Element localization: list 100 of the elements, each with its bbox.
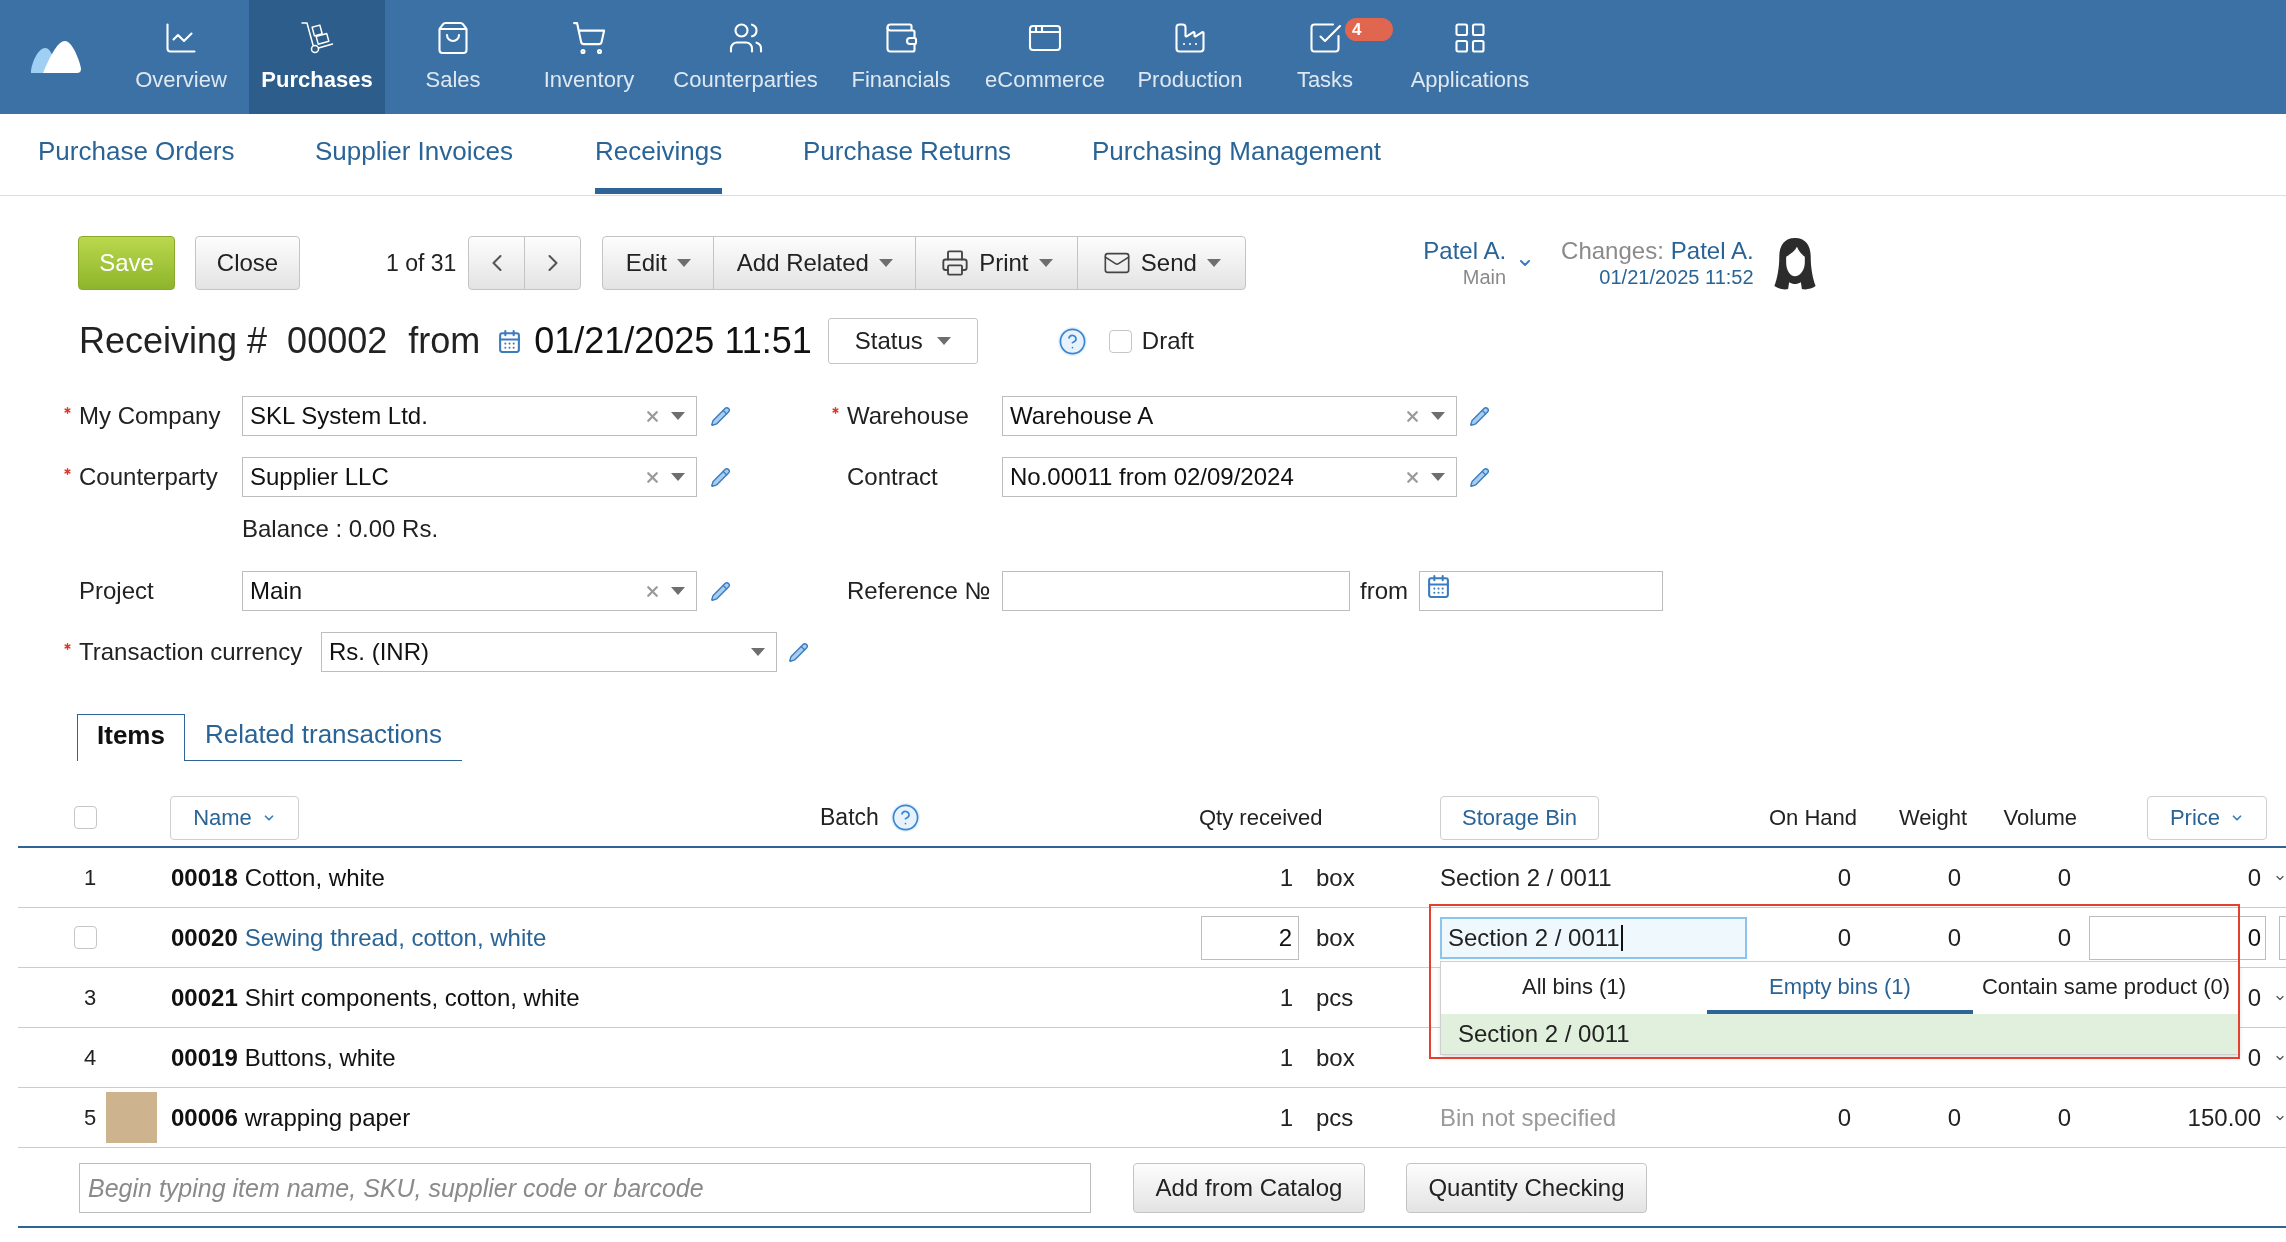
pencil-icon[interactable]: [1469, 466, 1490, 488]
quantity: 1: [1279, 982, 1293, 1013]
printer-icon: [941, 249, 970, 277]
caret-icon: [671, 473, 685, 481]
change-time[interactable]: 01/21/2025 11:52: [1599, 265, 1754, 289]
row-number: 4: [84, 1044, 97, 1072]
menu-button[interactable]: Edit: [602, 236, 715, 290]
nav-tab[interactable]: Sales: [385, 0, 521, 114]
price-field[interactable]: 0: [2089, 915, 2266, 960]
quantity: 1: [1279, 862, 1293, 893]
bin-filter-tab[interactable]: All bins (1): [1441, 962, 1707, 1014]
price-value: 0: [2247, 862, 2261, 893]
from-label: from: [408, 319, 481, 363]
unit: box: [1316, 863, 1355, 891]
select-field[interactable]: No.00011 from 02/09/2024: [1002, 457, 1457, 497]
pencil-icon[interactable]: [710, 580, 731, 602]
storage-bin-field[interactable]: Section 2 / 0011: [1440, 916, 1747, 959]
row-number: 5: [84, 1104, 97, 1132]
column-header: On Hand: [1768, 804, 1857, 832]
help-icon: [890, 803, 920, 832]
select-field[interactable]: [2279, 915, 2286, 960]
select-field[interactable]: Main: [242, 571, 697, 611]
column-header: Weight: [1898, 804, 1967, 832]
item-name: wrapping paper: [244, 1102, 411, 1133]
wallet-icon: [883, 20, 919, 56]
changes-label: Changes:: [1561, 237, 1664, 265]
pencil-icon[interactable]: [710, 405, 731, 427]
sort-button[interactable]: Price: [2147, 795, 2267, 840]
price-value: 0: [2247, 1042, 2261, 1073]
caret-icon: [751, 648, 765, 656]
pencil-icon[interactable]: [788, 641, 809, 663]
nav-tab[interactable]: Counterparties: [657, 0, 834, 114]
menu-button[interactable]: Add Related: [713, 236, 917, 290]
caret-icon: [1206, 259, 1221, 267]
unit: pcs: [1316, 983, 1354, 1011]
nav-tab[interactable]: Financials: [834, 0, 968, 114]
select-field[interactable]: Rs. (INR): [321, 632, 777, 672]
tab[interactable]: Items: [77, 714, 185, 761]
hand-truck-icon: [299, 20, 335, 56]
grid-icon: [1452, 20, 1488, 56]
column-header: Qty received: [1199, 804, 1323, 832]
sub-nav-tab[interactable]: Supplier Invoices: [315, 114, 513, 194]
unit: box: [1316, 923, 1355, 951]
nav-tab[interactable]: Inventory: [521, 0, 657, 114]
select-field[interactable]: Warehouse A: [1002, 396, 1457, 436]
sub-nav-tab[interactable]: Receivings: [595, 114, 723, 194]
quantity-field[interactable]: 2: [1201, 915, 1299, 960]
select-field[interactable]: SKL System Ltd.: [242, 396, 697, 436]
volume-value: 0: [2057, 862, 2071, 893]
nav-tab[interactable]: Tasks 4: [1258, 0, 1392, 114]
sort-button[interactable]: Name: [170, 795, 299, 840]
nav-tab[interactable]: Production: [1122, 0, 1258, 114]
pencil-icon[interactable]: [710, 466, 731, 488]
document-number: 00002: [287, 319, 388, 363]
quantity: 1: [1279, 1042, 1293, 1073]
item-search-field[interactable]: Begin typing item name, SKU, supplier code or barcode: [79, 1163, 1091, 1213]
menu-button[interactable]: Send: [1077, 236, 1247, 290]
calendar-icon[interactable]: [497, 328, 523, 354]
field-label: Project: [79, 576, 154, 606]
nav-tab[interactable]: eCommerce: [968, 0, 1122, 114]
reference-field[interactable]: [1002, 571, 1350, 611]
close-button[interactable]: Close: [195, 236, 300, 290]
checkbox[interactable]: [1108, 329, 1132, 353]
nav-tab[interactable]: Applications: [1392, 0, 1548, 114]
caret-icon: [936, 337, 951, 345]
checkbox[interactable]: [74, 926, 97, 949]
pencil-icon[interactable]: [1469, 405, 1490, 427]
help-icon: [1057, 326, 1087, 356]
status-button[interactable]: Status: [827, 318, 978, 364]
item-name: Cotton, white: [244, 862, 385, 893]
action-button[interactable]: Add from Catalog: [1133, 1163, 1365, 1213]
sub-nav-tab[interactable]: Purchase Returns: [803, 114, 1012, 194]
select-field[interactable]: Supplier LLC: [242, 457, 697, 497]
bin-filter-tab[interactable]: Contain same product (0): [1973, 962, 2239, 1014]
weight-value: 0: [1947, 862, 1961, 893]
column-button[interactable]: Storage Bin: [1440, 795, 1599, 840]
chart-icon: [163, 20, 199, 56]
nav-tab[interactable]: Overview: [113, 0, 249, 114]
sub-nav-tab[interactable]: Purchase Orders: [38, 114, 235, 194]
action-button[interactable]: Quantity Checking: [1406, 1163, 1647, 1213]
nav-tab[interactable]: Purchases: [249, 0, 385, 114]
item-code: 00019: [171, 1042, 238, 1073]
row-number: 3: [84, 984, 97, 1012]
calendar-icon[interactable]: [1426, 574, 1451, 599]
date-field[interactable]: [1419, 571, 1663, 611]
checkbox-icon: [1307, 20, 1343, 56]
bin-option[interactable]: Section 2 / 0011: [1441, 1014, 2239, 1054]
item-link[interactable]: Sewing thread, cotton, white: [244, 919, 547, 956]
weight-value: 0: [1947, 922, 1961, 953]
menu-button[interactable]: Print: [915, 236, 1079, 290]
sub-nav-tab[interactable]: Purchasing Management: [1092, 114, 1382, 194]
text-cursor-icon: [1620, 924, 1623, 951]
author-link[interactable]: Patel A.: [1670, 237, 1754, 265]
checkbox[interactable]: [74, 806, 97, 829]
caret-icon: [1038, 259, 1053, 267]
on-hand-value: 0: [1837, 862, 1851, 893]
user-link[interactable]: Patel A.: [1423, 237, 1507, 265]
document-title: Receiving #: [79, 319, 268, 363]
tab[interactable]: Related transactions: [184, 714, 462, 761]
logo-icon[interactable]: [29, 39, 83, 75]
